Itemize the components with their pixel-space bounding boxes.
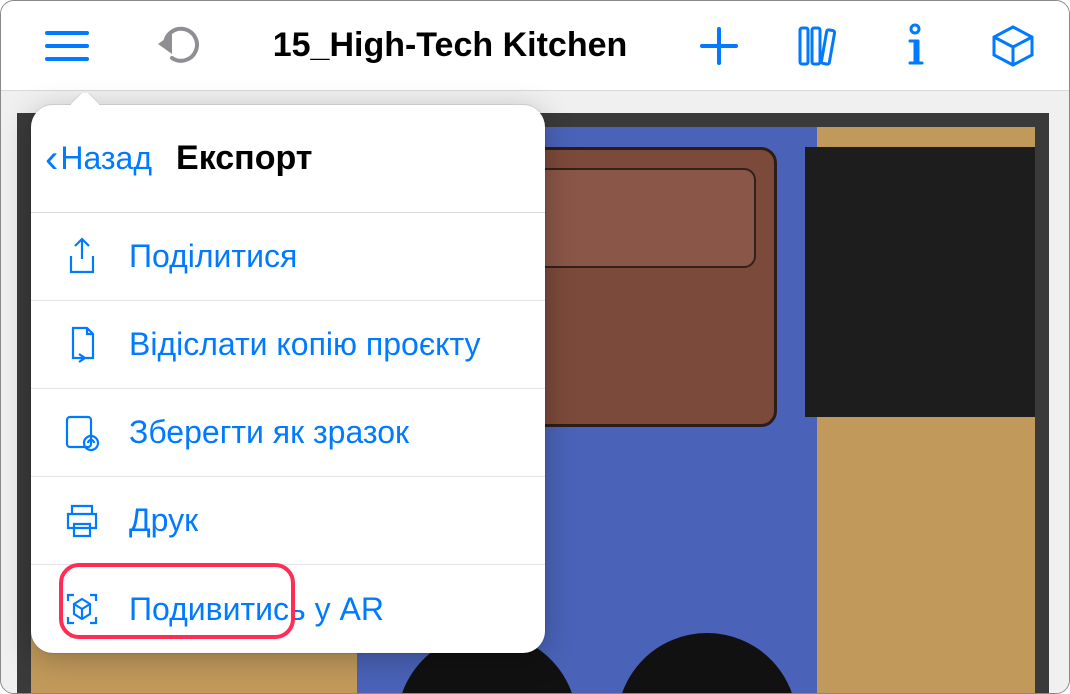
library-button[interactable] xyxy=(789,18,845,74)
plus-icon xyxy=(698,25,740,67)
app-window: 15_High-Tech Kitchen xyxy=(0,0,1070,694)
info-button[interactable] xyxy=(887,18,943,74)
chevron-left-icon: ‹ xyxy=(45,139,58,179)
hamburger-icon xyxy=(45,29,89,63)
toolbar-right xyxy=(691,18,1041,74)
menu-item-save-sample[interactable]: Зберегти як зразок xyxy=(31,389,545,477)
undo-icon xyxy=(158,26,204,66)
popover-arrow xyxy=(71,93,99,107)
back-button[interactable]: ‹ Назад xyxy=(39,133,158,185)
rug-dark xyxy=(805,147,1035,417)
box-icon xyxy=(990,23,1036,69)
undo-button[interactable] xyxy=(153,18,209,74)
toolbar-left xyxy=(39,18,209,74)
menu-item-label: Зберегти як зразок xyxy=(129,414,409,451)
3d-button[interactable] xyxy=(985,18,1041,74)
menu-item-label: Поділитися xyxy=(129,238,297,275)
save-template-icon xyxy=(59,410,105,456)
wall-left xyxy=(17,127,31,693)
share-icon xyxy=(59,234,105,280)
menu-item-share[interactable]: Поділитися xyxy=(31,213,545,301)
menu-item-view-ar[interactable]: Подивитись у AR xyxy=(31,565,545,653)
print-icon xyxy=(59,498,105,544)
info-icon xyxy=(902,23,928,69)
toolbar: 15_High-Tech Kitchen xyxy=(1,1,1069,91)
add-button[interactable] xyxy=(691,18,747,74)
document-send-icon xyxy=(59,322,105,368)
library-icon xyxy=(797,24,837,68)
menu-item-send-copy[interactable]: Відіслати копію проєкту xyxy=(31,301,545,389)
back-label: Назад xyxy=(60,140,152,177)
document-title[interactable]: 15_High-Tech Kitchen xyxy=(209,26,691,65)
wall-right xyxy=(1035,127,1049,693)
menu-item-label: Відіслати копію проєкту xyxy=(129,326,481,363)
export-menu: Поділитися Відіслати копію проєкту Збере… xyxy=(31,213,545,653)
menu-item-label: Подивитись у AR xyxy=(129,591,384,628)
export-popover: ‹ Назад Експорт Поділитися Відіслати коп… xyxy=(31,105,545,653)
popover-title: Експорт xyxy=(176,139,312,178)
menu-item-print[interactable]: Друк xyxy=(31,477,545,565)
popover-header: ‹ Назад Експорт xyxy=(31,105,545,213)
menu-button[interactable] xyxy=(39,18,95,74)
menu-item-label: Друк xyxy=(129,502,198,539)
ar-icon xyxy=(59,586,105,632)
